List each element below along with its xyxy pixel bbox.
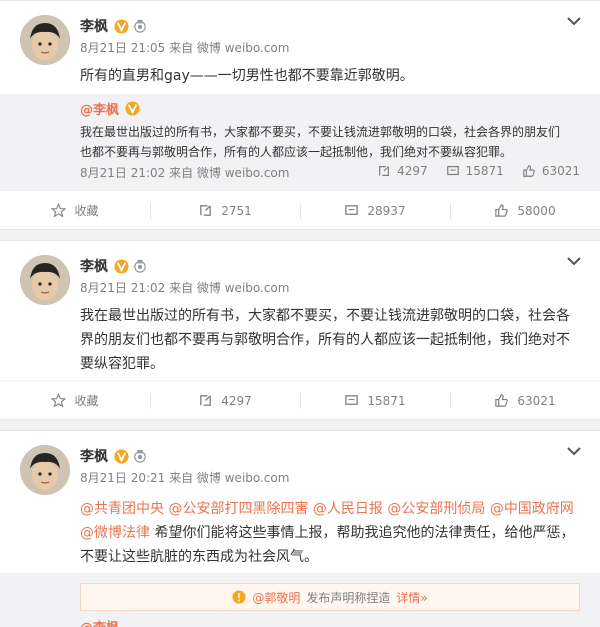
post-header: 李枫 8月21日 21:02 来自 微博 weibo.com xyxy=(80,255,560,296)
repost-button[interactable]: 2751 xyxy=(150,191,300,230)
repost-author[interactable]: @李枫 xyxy=(80,99,119,118)
chevron-down-icon[interactable] xyxy=(566,15,582,27)
comment-icon xyxy=(345,395,359,405)
avatar[interactable] xyxy=(20,15,70,65)
post-card-3: 李枫 8月21日 20:21 来自 微博 weibo.com @共青团中央 @公… xyxy=(0,430,600,627)
post-card-1: 李枫 8月21日 21:05 来自 微博 weibo.com 所有的直男和gay… xyxy=(0,0,600,230)
thumbs-up-icon xyxy=(522,165,535,177)
post-meta: 8月21日 21:05 来自 微博 weibo.com xyxy=(80,41,290,55)
post-text: 所有的直男和gay——一切男性也都不要靠近郭敬明。 xyxy=(80,68,414,84)
post-header: 李枫 8月21日 20:21 来自 微博 weibo.com xyxy=(80,445,560,486)
user-name[interactable]: 李枫 xyxy=(80,16,108,36)
repost-likes[interactable]: 63021 xyxy=(522,164,580,178)
repost-block[interactable]: @李枫 我在最世出版过的所有书，大家都不要买，不要让钱流进郭敬明的口袋，社会各界… xyxy=(0,94,600,190)
repost-text: 我在最世出版过的所有书，大家都不要买，不要让钱流进郭敬明的口袋，社会各界的朋友们… xyxy=(80,125,561,159)
like-button[interactable]: 63021 xyxy=(450,381,600,420)
thumbs-up-icon xyxy=(495,204,509,217)
post-body-text: 希望你们能将这些事情上报，帮助我追究他的法律责任，给他严惩，不要让这些肮脏的东西… xyxy=(80,525,575,565)
mention-link[interactable]: @微博法律 xyxy=(80,525,150,541)
verified-v-icon xyxy=(114,18,129,34)
repost-comments[interactable]: 15871 xyxy=(446,164,504,178)
repost-stats: 4297 15871 63021 xyxy=(377,164,580,178)
mention-link[interactable]: @人民日报 xyxy=(313,501,383,517)
comment-button[interactable]: 15871 xyxy=(300,381,450,420)
action-bar: 收藏 4297 15871 63021 xyxy=(0,380,600,420)
mention-link[interactable]: @公安部打四黑除四害 xyxy=(168,501,308,517)
repost-icon xyxy=(200,205,212,216)
post-header: 李枫 8月21日 21:05 来自 微博 weibo.com xyxy=(80,15,560,56)
post-text: @共青团中央 @公安部打四黑除四害 @人民日报 @公安部刑侦局 @中国政府网 @… xyxy=(80,497,580,569)
notice-banner[interactable]: @郭敬明 发布声明称捏造 详情» xyxy=(80,583,580,611)
repost-icon xyxy=(379,166,390,176)
thumbs-up-icon xyxy=(495,394,509,407)
mention-link[interactable]: @中国政府网 xyxy=(490,501,574,517)
post-meta: 8月21日 20:21 来自 微博 weibo.com xyxy=(80,471,290,485)
notice-text: 发布声明称捏造 xyxy=(306,590,391,605)
repost-meta: 8月21日 21:02 来自 微博 weibo.com xyxy=(80,166,290,180)
post-text: 我在最世出版过的所有书，大家都不要买，不要让钱流进郭敬明的口袋，社会各界的朋友们… xyxy=(80,308,570,372)
mention-link[interactable]: @共青团中央 xyxy=(80,501,164,517)
notice-details-link[interactable]: 详情» xyxy=(396,589,427,606)
chevron-down-icon[interactable] xyxy=(566,255,582,267)
medal-icon[interactable] xyxy=(133,19,147,33)
comment-button[interactable]: 28937 xyxy=(300,191,450,230)
verified-v-icon xyxy=(114,448,129,464)
comment-icon xyxy=(446,166,459,176)
star-icon xyxy=(51,203,67,218)
user-name[interactable]: 李枫 xyxy=(80,446,108,466)
post-meta: 8月21日 21:02 来自 微博 weibo.com xyxy=(80,281,290,295)
post-card-2: 李枫 8月21日 21:02 来自 微博 weibo.com 我在最世出版过的所… xyxy=(0,240,600,420)
medal-icon[interactable] xyxy=(133,259,147,273)
user-name[interactable]: 李枫 xyxy=(80,256,108,276)
repost-icon xyxy=(200,395,212,406)
mention-link[interactable]: @公安部刑侦局 xyxy=(387,501,485,517)
repost-reposts[interactable]: 4297 xyxy=(377,164,428,178)
avatar[interactable] xyxy=(20,255,70,305)
notice-mention[interactable]: @郭敬明 xyxy=(252,589,300,606)
verified-v-icon xyxy=(114,258,129,274)
repost-button[interactable]: 4297 xyxy=(150,381,300,420)
star-icon xyxy=(51,393,67,408)
repost-author[interactable]: @李枫 xyxy=(80,617,119,627)
favorite-button[interactable]: 收藏 xyxy=(0,191,150,230)
action-bar: 收藏 2751 28937 58000 xyxy=(0,190,600,230)
verified-v-icon xyxy=(125,101,140,116)
avatar[interactable] xyxy=(20,445,70,495)
comment-icon xyxy=(345,205,359,215)
like-button[interactable]: 58000 xyxy=(450,191,600,230)
favorite-button[interactable]: 收藏 xyxy=(0,381,150,420)
medal-icon[interactable] xyxy=(133,449,147,463)
weibo-feed: 李枫 8月21日 21:05 来自 微博 weibo.com 所有的直男和gay… xyxy=(0,0,600,627)
chevron-down-icon[interactable] xyxy=(566,445,582,457)
warning-icon xyxy=(232,590,246,604)
